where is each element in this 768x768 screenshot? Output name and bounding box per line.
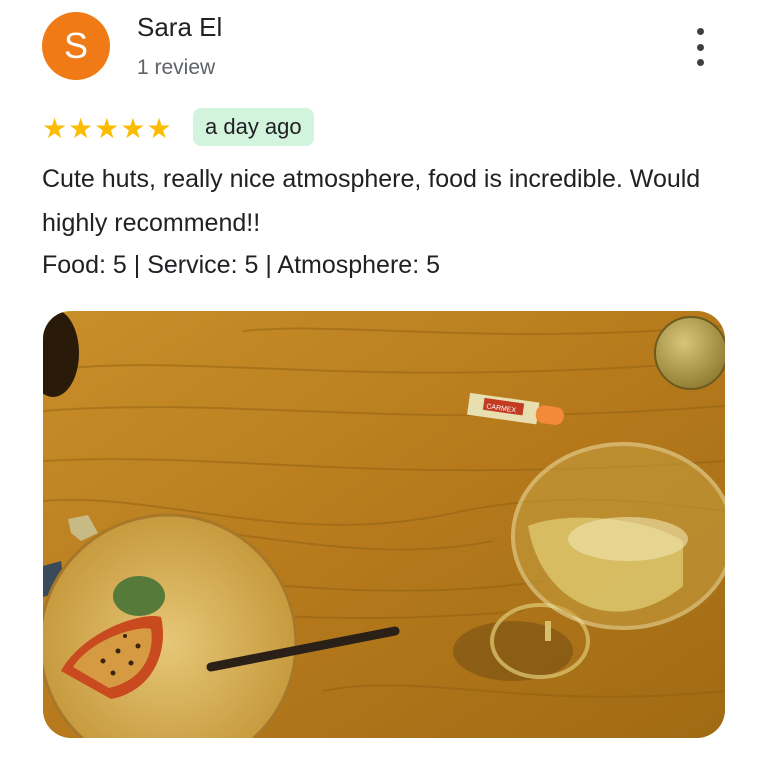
star-icon: ★ — [146, 113, 172, 144]
sub-rating-label: Food — [42, 251, 99, 279]
sub-rating-divider: | — [258, 251, 278, 279]
sub-rating-atmosphere: Atmosphere: 5 — [277, 251, 440, 279]
sub-rating-service: Service: 5 — [147, 251, 258, 279]
star-rating: ★ ★ ★ ★ ★ — [42, 114, 172, 144]
more-vert-icon-dot — [696, 43, 704, 51]
sub-rating-colon: : — [412, 251, 427, 279]
sub-rating-label: Atmosphere — [277, 251, 413, 279]
more-vert-icon — [696, 28, 704, 35]
more-options-button[interactable] — [684, 28, 716, 66]
sub-rating-label: Service — [147, 251, 231, 279]
sub-rating-value: 5 — [426, 251, 440, 279]
sub-rating-colon: : — [98, 251, 113, 279]
review-count: 1 review — [137, 56, 216, 79]
sub-ratings: Food: 5 | Service: 5 | Atmosphere: 5 — [42, 247, 440, 283]
star-icon: ★ — [42, 113, 68, 144]
review-photo[interactable]: CARMEX — [43, 311, 725, 738]
star-icon: ★ — [120, 113, 146, 144]
sub-rating-divider: | — [126, 251, 148, 279]
sub-rating-value: 5 — [112, 251, 127, 279]
star-icon: ★ — [94, 113, 120, 144]
review-text: Cute huts, really nice atmosphere, food … — [42, 165, 701, 237]
star-icon: ★ — [68, 113, 94, 144]
sub-rating-colon: : — [230, 251, 245, 279]
reviewer-name[interactable]: Sara El — [137, 12, 222, 43]
sub-rating-value: 5 — [244, 251, 259, 279]
review-photo-image: CARMEX — [43, 311, 725, 738]
reviewer-avatar[interactable]: S — [42, 12, 110, 80]
review-time-badge: a day ago — [193, 108, 314, 146]
sub-rating-food: Food: 5 — [42, 251, 127, 279]
more-vert-icon-dot — [696, 59, 704, 66]
